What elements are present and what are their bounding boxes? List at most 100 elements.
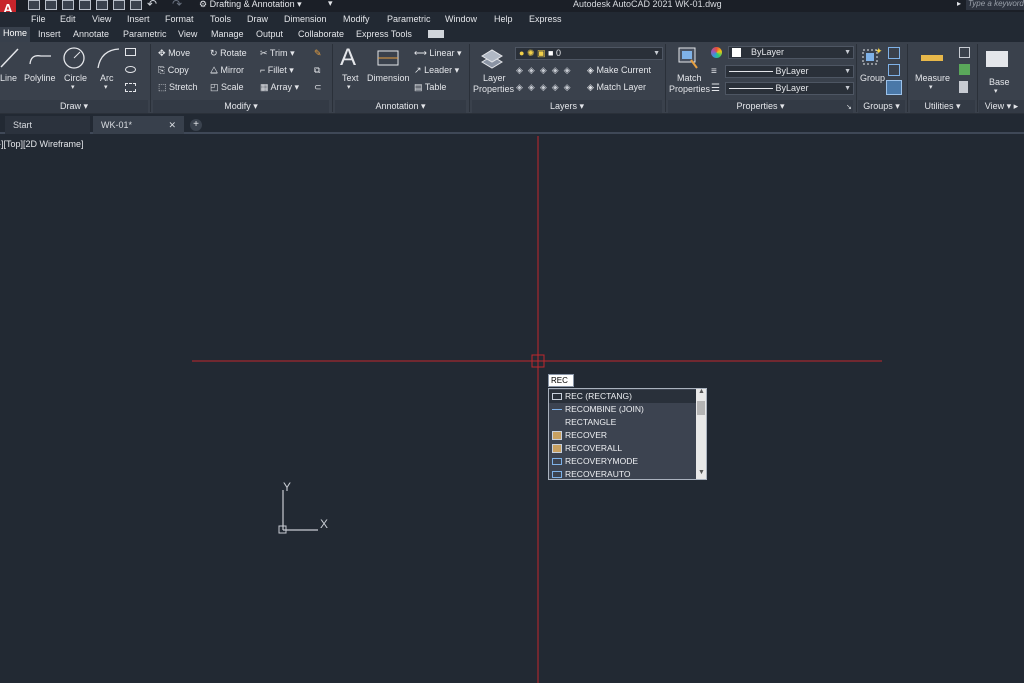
workspace-dropdown[interactable]: ⚙ Drafting & Annotation ▾: [199, 0, 302, 11]
stretch-button[interactable]: ⬚ Stretch: [158, 82, 198, 93]
view-panel-title[interactable]: View ▾ ▸: [979, 100, 1024, 113]
redo-icon[interactable]: ↷: [172, 0, 182, 11]
scale-button[interactable]: ◰ Scale: [210, 82, 244, 93]
layer-properties-icon[interactable]: [480, 46, 504, 70]
arc-icon[interactable]: [95, 46, 121, 70]
mirror-button[interactable]: ⧋ Mirror: [210, 65, 244, 76]
menu-draw[interactable]: Draw: [247, 14, 268, 24]
menu-view[interactable]: View: [92, 14, 111, 24]
linear-button[interactable]: ⟷ Linear ▾: [414, 48, 461, 59]
make-current-button[interactable]: ◈ Make Current: [587, 65, 651, 76]
properties-panel-title[interactable]: Properties ▾: [668, 100, 853, 113]
line-button[interactable]: Line: [0, 73, 17, 83]
move-button[interactable]: ✥ Move: [158, 48, 190, 59]
draw-panel-title[interactable]: Draw ▾: [0, 100, 148, 113]
explode-icon[interactable]: ⧉: [314, 65, 320, 76]
line-icon[interactable]: [0, 46, 22, 70]
close-icon[interactable]: ✕: [168, 116, 176, 134]
dimension-button[interactable]: Dimension: [367, 73, 410, 83]
group-edit-icon[interactable]: [888, 64, 900, 76]
save-as-icon[interactable]: [79, 0, 91, 10]
autocomplete-item[interactable]: RECOMBINE (JOIN): [549, 403, 696, 416]
text-icon[interactable]: A: [340, 44, 356, 72]
properties-dialog-launcher-icon[interactable]: ↘: [846, 103, 852, 111]
erase-icon[interactable]: ✎: [314, 48, 322, 59]
text-button[interactable]: Text: [342, 73, 359, 83]
annotation-panel-title[interactable]: Annotation ▾: [335, 100, 466, 113]
group-selection-icon[interactable]: [886, 80, 902, 95]
match-layer-button[interactable]: ◈ Match Layer: [587, 82, 646, 93]
tab-output[interactable]: Output: [256, 29, 283, 39]
tab-home[interactable]: Home: [0, 27, 31, 42]
group-icon[interactable]: ✦: [861, 46, 883, 70]
tab-start[interactable]: Start: [5, 116, 90, 134]
layer-tools-row-1[interactable]: ◈◈◈◈◈: [516, 65, 576, 76]
menu-dimension[interactable]: Dimension: [284, 14, 327, 24]
trim-button[interactable]: ✂ Trim ▾: [260, 48, 295, 59]
new-file-icon[interactable]: [28, 0, 40, 10]
open-web-icon[interactable]: [96, 0, 108, 10]
group-button[interactable]: Group: [860, 73, 885, 83]
circle-dropdown-icon[interactable]: ▾: [71, 83, 75, 91]
menu-file[interactable]: File: [31, 14, 46, 24]
groups-panel-title[interactable]: Groups ▾: [858, 100, 905, 113]
drawing-canvas[interactable]: -][Top][2D Wireframe] Y X: [0, 136, 1024, 683]
tab-view[interactable]: View: [178, 29, 197, 39]
rectangle-icon[interactable]: [125, 48, 136, 56]
ellipse-icon[interactable]: [125, 66, 136, 73]
layer-dropdown[interactable]: ● ✺ ▣ ■ 0 ▼: [515, 47, 663, 60]
base-view-icon[interactable]: [986, 51, 1008, 67]
lineweight-dropdown[interactable]: ByLayer ▼: [725, 82, 854, 95]
quick-select-icon[interactable]: [959, 64, 970, 75]
tab-insert[interactable]: Insert: [38, 29, 61, 39]
measure-icon[interactable]: [921, 55, 943, 61]
base-dropdown-icon[interactable]: ▾: [994, 87, 998, 95]
menu-tools[interactable]: Tools: [210, 14, 231, 24]
select-all-icon[interactable]: [959, 47, 970, 58]
menu-express[interactable]: Express: [529, 14, 562, 24]
arc-dropdown-icon[interactable]: ▾: [104, 83, 108, 91]
autocomplete-item[interactable]: RECOVER: [549, 429, 696, 442]
polyline-icon[interactable]: [27, 46, 53, 70]
layer-tools-row-2[interactable]: ◈◈◈◈◈: [516, 82, 576, 93]
menu-modify[interactable]: Modify: [343, 14, 370, 24]
scrollbar[interactable]: ▲ ▼: [696, 388, 706, 479]
tab-manage[interactable]: Manage: [211, 29, 244, 39]
ribbon-minimize-icon[interactable]: [428, 30, 444, 38]
arc-button[interactable]: Arc: [100, 73, 114, 83]
linetype-dropdown[interactable]: ByLayer ▼: [725, 65, 854, 78]
dimension-icon[interactable]: [375, 47, 401, 69]
polyline-button[interactable]: Polyline: [24, 73, 56, 83]
base-button[interactable]: Base: [989, 77, 1010, 87]
scroll-down-icon[interactable]: ▼: [698, 469, 705, 476]
tab-express-tools[interactable]: Express Tools: [356, 29, 412, 39]
save-icon[interactable]: [62, 0, 74, 10]
layers-panel-title[interactable]: Layers ▾: [472, 100, 662, 113]
circle-button[interactable]: Circle: [64, 73, 87, 83]
offset-icon[interactable]: ⊂: [314, 82, 322, 93]
calculator-icon[interactable]: [959, 81, 968, 93]
match-properties-label-2[interactable]: Properties: [669, 84, 710, 94]
match-properties-label-1[interactable]: Match: [677, 73, 702, 83]
search-input[interactable]: Type a keyword: [966, 0, 1024, 10]
autocomplete-item[interactable]: REC (RECTANG): [549, 390, 696, 403]
circle-icon[interactable]: [62, 46, 86, 70]
copy-button[interactable]: ⎘ Copy: [158, 65, 189, 76]
customize-quick-access-icon[interactable]: ▾: [328, 0, 333, 9]
tab-wk-01[interactable]: WK-01* ✕: [93, 116, 184, 134]
save-web-icon[interactable]: [113, 0, 125, 10]
autocomplete-item[interactable]: RECTANGLE: [549, 416, 696, 429]
match-properties-icon[interactable]: [677, 46, 699, 70]
ungroup-icon[interactable]: [888, 47, 900, 59]
layer-properties-label-1[interactable]: Layer: [483, 73, 506, 83]
menu-parametric[interactable]: Parametric: [387, 14, 431, 24]
fillet-button[interactable]: ⌐ Fillet ▾: [260, 65, 294, 76]
measure-dropdown-icon[interactable]: ▾: [929, 83, 933, 91]
layer-properties-label-2[interactable]: Properties: [473, 84, 514, 94]
menu-format[interactable]: Format: [165, 14, 194, 24]
open-file-icon[interactable]: [45, 0, 57, 10]
menu-window[interactable]: Window: [445, 14, 477, 24]
autocomplete-item[interactable]: RECOVERALL: [549, 442, 696, 455]
array-button[interactable]: ▦ Array ▾: [260, 82, 299, 93]
utilities-panel-title[interactable]: Utilities ▾: [910, 100, 975, 113]
